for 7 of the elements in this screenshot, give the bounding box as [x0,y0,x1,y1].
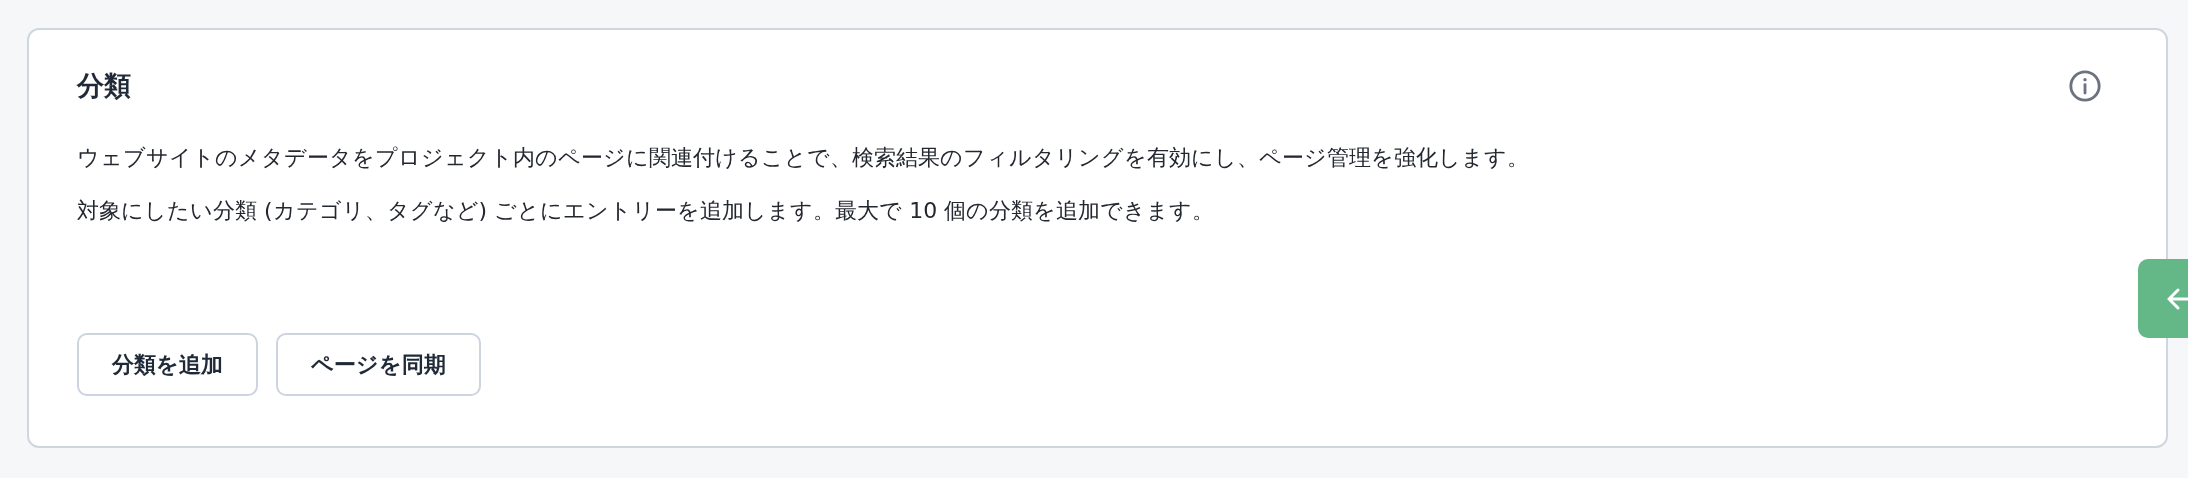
card-title: 分類 [77,69,131,103]
action-button[interactable]: ページを同期 [276,333,481,396]
arrow-left-icon [2166,286,2188,311]
action-button[interactable]: 分類を追加 [77,333,258,396]
info-icon[interactable] [2068,69,2102,103]
description-text: ウェブサイトのメタデータをプロジェクト内のページに関連付けることで、検索結果のフィルタリングを有効にし、ページ管理を強化します。 [77,144,1530,172]
description-text: 対象にしたい分類 (カテゴリ、タグなど) ごとにエントリーを追加します。最大で 10 個の分類を追加できます。 [77,197,1216,225]
